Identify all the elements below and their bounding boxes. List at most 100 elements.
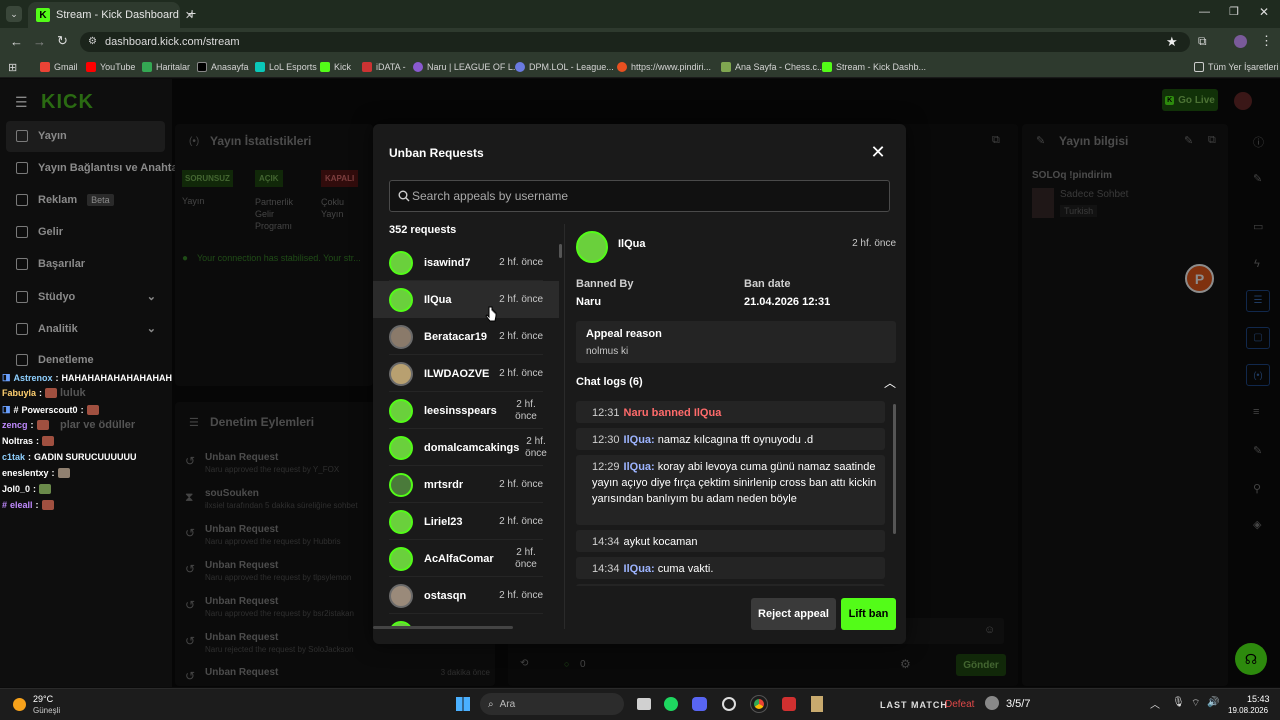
- volume-icon[interactable]: 🔊: [1207, 697, 1219, 708]
- avatar: [389, 324, 413, 349]
- bookmark-kick-dashboard[interactable]: Stream - Kick Dashb...: [822, 56, 926, 78]
- chrome-icon[interactable]: [750, 695, 768, 713]
- forward-icon[interactable]: →: [33, 34, 46, 49]
- windows-taskbar: 29°C Güneşli ⌕ Ara LAST MATCH Defeat 3/5…: [0, 688, 1280, 720]
- apps-grid-icon[interactable]: ⊞: [8, 56, 17, 78]
- taskbar-search[interactable]: ⌕ Ara: [480, 693, 624, 715]
- sidebar-item-studio[interactable]: Stüdyo ⌄: [16, 290, 156, 303]
- sidebar-item-moderation[interactable]: Denetleme: [16, 354, 94, 366]
- bookmark-x[interactable]: Anasayfa: [197, 56, 249, 78]
- bookmarks-bar: ⊞ Gmail YouTube Haritalar Anasayfa LoL E…: [0, 56, 1280, 78]
- idata-icon: [362, 62, 372, 72]
- close-icon[interactable]: ✕: [870, 143, 886, 161]
- kick-logo[interactable]: KICK: [41, 91, 94, 114]
- list-item[interactable]: mrtsrdr 2 hf. önce: [373, 466, 559, 503]
- kick-favicon: K: [36, 8, 50, 22]
- chat-username: Jol0_0: [2, 484, 31, 494]
- detail-username: IlQua: [618, 238, 646, 250]
- tab-search-button[interactable]: ⌄: [6, 6, 22, 22]
- log-text: namaz kılcagına tft oynuyodu .d: [657, 434, 814, 446]
- list-item[interactable]: Liriel23 2 hf. önce: [373, 503, 559, 540]
- ads-icon: [16, 194, 28, 206]
- request-time: 2 hf. önce: [499, 293, 543, 305]
- youtube-icon: [86, 62, 96, 72]
- discord-icon[interactable]: [692, 697, 707, 711]
- file-explorer-icon[interactable]: [637, 698, 651, 710]
- chess-icon: [721, 62, 731, 72]
- browser-tab-active[interactable]: K Stream - Kick Dashboard ✕: [28, 2, 194, 28]
- bookmark-label: Tüm Yer İşaretleri: [1208, 62, 1279, 72]
- maximize-button[interactable]: ❐: [1229, 5, 1239, 18]
- list-item[interactable]: leesinsspears 2 hf. önce: [373, 392, 559, 429]
- bookmark-kick[interactable]: Kick: [320, 56, 351, 78]
- mic-icon[interactable]: 🎙: [1172, 697, 1185, 708]
- bookmark-dpm[interactable]: DPM.LOL - League...: [515, 56, 614, 78]
- wifi-icon[interactable]: ⌔: [1191, 697, 1200, 710]
- chevron-up-icon[interactable]: ︿: [884, 374, 896, 391]
- kick-icon: [822, 62, 832, 72]
- chat-line: ◨ Astrenox: HAHAHAHAHAHAHAHAH: [2, 372, 173, 383]
- stream-icon: [16, 130, 28, 142]
- sidebar-item-label: Analitik: [38, 322, 78, 335]
- sidebar-item-revenue[interactable]: Gelir: [16, 226, 63, 238]
- list-item[interactable]: ILWDAOZVE 2 hf. önce: [373, 355, 559, 392]
- clock-date[interactable]: 19.08.2026: [1228, 706, 1268, 715]
- avatar: [389, 398, 413, 423]
- clock-time[interactable]: 15:43: [1247, 694, 1270, 704]
- list-hscrollbar[interactable]: [373, 626, 513, 629]
- site-info-icon[interactable]: ⚙: [88, 36, 97, 47]
- bookmark-youtube[interactable]: YouTube: [86, 56, 135, 78]
- list-item[interactable]: ostasqn 2 hf. önce: [373, 577, 559, 614]
- sidebar-item-achievements[interactable]: Başarılar: [16, 258, 85, 270]
- bookmark-chess[interactable]: Ana Sayfa - Chess.c...: [721, 56, 825, 78]
- minimize-button[interactable]: —: [1199, 6, 1210, 18]
- windows-start-icon[interactable]: [456, 697, 470, 711]
- ban-date-value: 21.04.2026 12:31: [744, 296, 831, 308]
- list-item[interactable]: isawind7 2 hf. önce: [373, 244, 559, 281]
- back-icon[interactable]: ←: [10, 34, 23, 49]
- reload-icon[interactable]: ↻: [57, 33, 68, 49]
- url-bar[interactable]: ⚙ dashboard.kick.com/stream ★: [80, 32, 1190, 52]
- naru-icon: [413, 62, 423, 72]
- bookmark-lolesports[interactable]: LoL Esports: [255, 56, 317, 78]
- lift-ban-button[interactable]: Lift ban: [841, 598, 896, 630]
- bookmark-maps[interactable]: Haritalar: [142, 56, 190, 78]
- browser-menu-icon[interactable]: ⋮: [1260, 33, 1273, 49]
- taskbar-search-label: Ara: [499, 698, 516, 710]
- sidebar-item-stream-key[interactable]: Yayın Bağlantısı ve Anahtarı: [16, 162, 185, 174]
- reject-appeal-button[interactable]: Reject appeal: [751, 598, 836, 630]
- log-time: 12:30: [592, 434, 620, 446]
- hamburger-menu-icon[interactable]: ☰: [15, 94, 28, 111]
- close-window-button[interactable]: ✕: [1259, 5, 1269, 19]
- list-item[interactable]: AcAlfaComar 2 hf. önce: [373, 540, 559, 577]
- browser-tabstrip: ⌄ K Stream - Kick Dashboard ✕ + — ❐ ✕: [0, 0, 1280, 28]
- all-bookmarks[interactable]: Tüm Yer İşaretleri: [1194, 56, 1279, 78]
- bookmark-pindirim[interactable]: https://www.pindiri...: [617, 56, 711, 78]
- tray-chevron-icon[interactable]: ︿: [1150, 696, 1160, 711]
- search-icon: ⌕: [488, 698, 494, 710]
- pindirim-icon: [617, 62, 627, 72]
- app-icon-red[interactable]: [782, 697, 796, 711]
- sidebar-item-ads[interactable]: Reklam Beta: [16, 194, 114, 206]
- list-scrollbar[interactable]: [559, 244, 562, 258]
- sidebar-item-stream[interactable]: Yayın: [16, 130, 67, 142]
- revenue-icon: [16, 226, 28, 238]
- league-client-icon[interactable]: [811, 696, 823, 712]
- list-item-selected[interactable]: IlQua 2 hf. önce: [373, 281, 559, 318]
- profile-avatar[interactable]: [1234, 35, 1247, 48]
- search-appeals-input[interactable]: Search appeals by username: [389, 180, 890, 212]
- bookmark-gmail[interactable]: Gmail: [40, 56, 78, 78]
- new-tab-button[interactable]: +: [188, 5, 196, 21]
- bookmark-star-icon[interactable]: ★: [1166, 34, 1178, 50]
- sidebar-item-analytics[interactable]: Analitik ⌄: [16, 322, 156, 335]
- list-item[interactable]: Beratacar19 2 hf. önce: [373, 318, 559, 355]
- extensions-icon[interactable]: ⧉: [1198, 34, 1207, 49]
- chat-logs-scrollbar[interactable]: [893, 404, 896, 534]
- request-username: AcAlfaComar: [424, 552, 494, 565]
- bookmark-label: Naru | LEAGUE OF L...: [427, 62, 521, 72]
- list-item[interactable]: domalcamcakings 2 hf. önce: [373, 429, 559, 466]
- spotify-icon[interactable]: [664, 697, 678, 711]
- chess-icon[interactable]: [722, 697, 736, 711]
- bookmark-naru[interactable]: Naru | LEAGUE OF L...: [413, 56, 520, 78]
- bookmark-idata[interactable]: iDATA -: [362, 56, 406, 78]
